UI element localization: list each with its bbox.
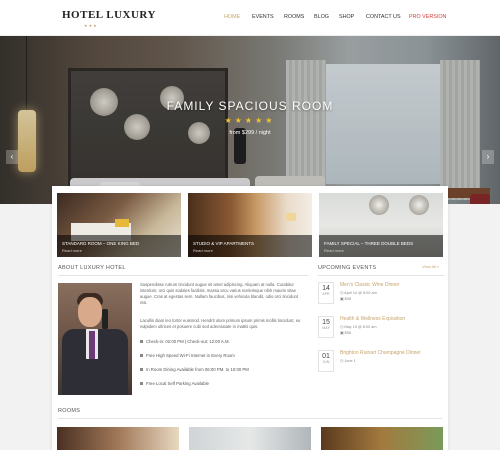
event-day: 14 <box>322 285 330 292</box>
read-more-link[interactable]: Read more <box>62 248 82 253</box>
plate-image <box>369 195 389 215</box>
site-header: HOTEL LUXURY ★★★ HOME EVENTS ROOMS BLOG … <box>0 0 500 36</box>
logo-text: HOTEL LUXURY <box>62 9 156 21</box>
logo[interactable]: HOTEL LUXURY ★★★ <box>62 9 156 28</box>
room-thumbnail-image[interactable] <box>189 427 311 450</box>
featured-room-card[interactable]: STUDIO & VIP APARTMENTS Read more <box>188 193 312 257</box>
event-price-text: $98 <box>344 297 351 301</box>
event-day: 15 <box>322 319 330 326</box>
lamp-image <box>286 213 296 221</box>
nav-rooms[interactable]: ROOMS <box>284 14 304 20</box>
event-item[interactable]: 01 JUN Brighton Ruinart Champagne Dinner… <box>318 350 442 374</box>
feature-text: Free Local Self Parking Available <box>146 381 209 386</box>
feature-text: Free High Speed Wi-Fi Internet in Every … <box>146 353 235 358</box>
event-title[interactable]: Brighton Ruinart Champagne Dinner <box>340 350 421 356</box>
feature-text: In Room Dining Available from 06:00 PM. … <box>146 367 249 372</box>
bullet-icon <box>140 368 143 372</box>
nav-blog[interactable]: BLOG <box>314 14 329 20</box>
event-date-badge: 14 APR <box>318 282 334 304</box>
feature-text: Check-in: 02:00 PM | Check-out: 12:00 A.… <box>146 339 230 344</box>
feature-item: Free Local Self Parking Available <box>140 381 209 386</box>
nav-events[interactable]: EVENTS <box>252 14 274 20</box>
room-caption: FAMILY SPECIAL – THREE DOUBLE BEDS Read … <box>319 235 443 257</box>
event-datetime-text: June 1 <box>344 359 356 363</box>
featured-room-card[interactable]: STANDARD ROOM – ONE KING BED Read more <box>57 193 181 257</box>
slider-prev-arrow-icon[interactable]: ‹ <box>6 150 18 164</box>
room-caption: STANDARD ROOM – ONE KING BED Read more <box>57 235 181 257</box>
event-day: 01 <box>322 353 330 360</box>
main-content: STANDARD ROOM – ONE KING BED Read more S… <box>52 186 448 450</box>
feature-item: In Room Dining Available from 06:00 PM. … <box>140 367 249 372</box>
event-item[interactable]: 14 APR Men's Classic Wine Dinner ◷ April… <box>318 282 442 306</box>
event-datetime-text: May 15 @ 8:00 am <box>344 325 377 329</box>
event-month: APR <box>322 292 330 296</box>
event-date-badge: 15 MAY <box>318 316 334 338</box>
bullet-icon <box>140 354 143 358</box>
hero-rating-stars-icon: ★★★★★ <box>224 116 276 125</box>
room-title: STANDARD ROOM – ONE KING BED <box>62 241 140 246</box>
event-item[interactable]: 15 MAY Health & Wellness Exposition ◷ Ma… <box>318 316 442 340</box>
room-thumbnail-image[interactable] <box>321 427 443 450</box>
page: HOTEL LUXURY ★★★ HOME EVENTS ROOMS BLOG … <box>0 0 500 450</box>
room-caption: STUDIO & VIP APARTMENTS Read more <box>188 235 312 257</box>
room-title: FAMILY SPECIAL – THREE DOUBLE BEDS <box>324 241 414 246</box>
nav-pro-version[interactable]: PRO VERSION <box>409 14 446 20</box>
hero-price: from $299 / night <box>229 130 271 136</box>
event-datetime: ◷ May 15 @ 8:00 am <box>340 325 377 329</box>
plate-image <box>409 195 429 215</box>
featured-room-card[interactable]: FAMILY SPECIAL – THREE DOUBLE BEDS Read … <box>319 193 443 257</box>
nav-shop[interactable]: SHOP <box>339 14 354 20</box>
about-paragraph-2: Lacullis diam leo tortor euismod. Hendri… <box>140 318 301 329</box>
divider <box>58 418 442 419</box>
about-paragraph-1: Suspendisse rutrum tincidunt augue sit a… <box>140 282 299 305</box>
feature-item: Free High Speed Wi-Fi Internet in Every … <box>140 353 235 358</box>
event-price-text: $98 <box>344 331 351 335</box>
event-datetime-text: April 14 @ 8:00 am <box>344 291 377 295</box>
rooms-heading: ROOMS <box>58 408 81 414</box>
phone-icon <box>102 309 108 329</box>
tie-image <box>89 331 95 359</box>
staff-portrait-image <box>58 283 132 395</box>
about-heading: ABOUT LUXURY HOTEL <box>58 265 126 271</box>
event-price: ▣ $98 <box>340 297 351 301</box>
nav-contact[interactable]: CONTACT US <box>366 14 401 20</box>
slider-next-arrow-icon[interactable]: › <box>482 150 494 164</box>
event-datetime: ◷ June 1 <box>340 359 356 363</box>
pillow-image <box>115 219 129 227</box>
feature-item: Check-in: 02:00 PM | Check-out: 12:00 A.… <box>140 339 230 344</box>
event-month: MAY <box>322 326 330 330</box>
nav-home[interactable]: HOME <box>224 14 240 20</box>
event-price: ▣ $98 <box>340 331 351 335</box>
event-date-badge: 01 JUN <box>318 350 334 372</box>
divider <box>58 275 308 276</box>
divider <box>318 275 444 276</box>
event-datetime: ◷ April 14 @ 8:00 am <box>340 291 377 295</box>
hero-title: FAMILY SPACIOUS ROOM <box>166 99 334 113</box>
event-month: JUN <box>322 360 330 364</box>
bullet-icon <box>140 382 143 386</box>
event-title[interactable]: Men's Classic Wine Dinner <box>340 282 400 288</box>
events-heading: UPCOMING EVENTS <box>318 265 377 271</box>
room-thumbnail-image[interactable] <box>57 427 179 450</box>
logo-stars-icon: ★★★ <box>84 23 98 28</box>
bullet-icon <box>140 340 143 344</box>
view-all-events-link[interactable]: View All » <box>422 264 439 269</box>
event-title[interactable]: Health & Wellness Exposition <box>340 316 405 322</box>
room-title: STUDIO & VIP APARTMENTS <box>193 241 255 246</box>
read-more-link[interactable]: Read more <box>193 248 213 253</box>
face-image <box>78 297 102 327</box>
read-more-link[interactable]: Read more <box>324 248 344 253</box>
